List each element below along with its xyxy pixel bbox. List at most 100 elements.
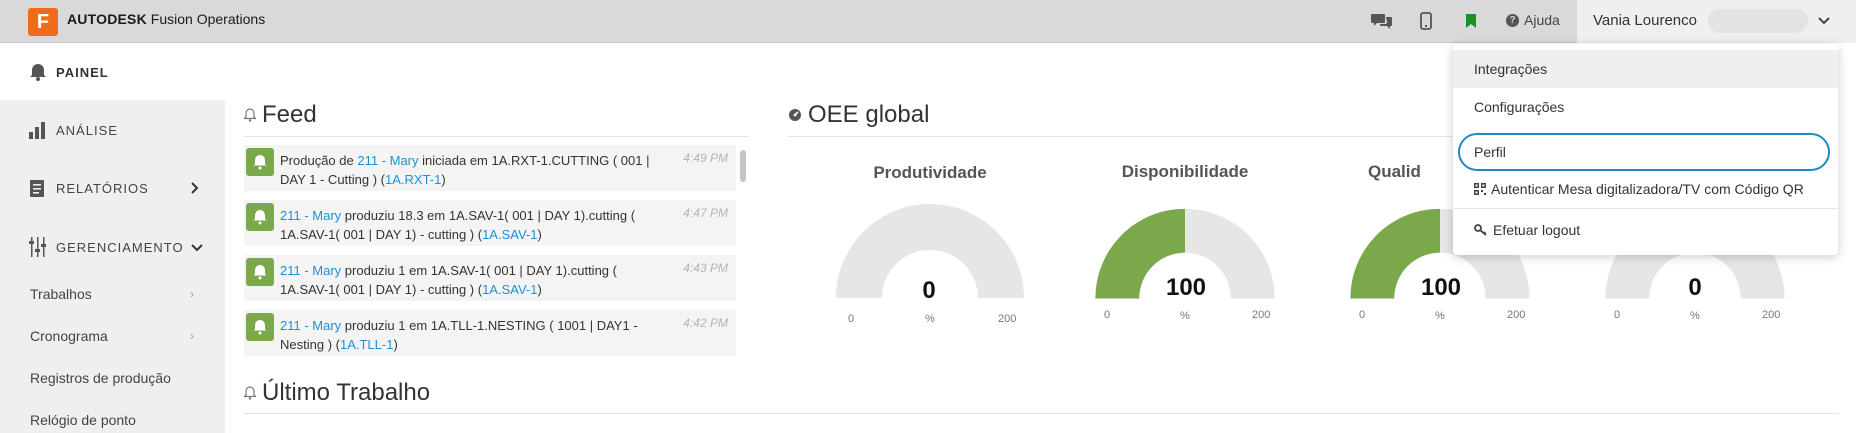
bell-icon [244,386,256,400]
feed-text-pre: Produção de [280,153,358,168]
brand-product: Fusion Operations [150,11,266,27]
machine-link[interactable]: 1A.SAV-1 [482,282,537,297]
sliders-icon [29,237,46,257]
brand-name: AUTODESK Fusion Operations [67,11,265,27]
chevron-right-icon[interactable]: › [190,287,194,301]
feed-time: 4:42 PM [683,316,728,330]
feed-text-post: ) [441,172,446,187]
menu-item-logout[interactable]: Efetuar logout [1453,211,1838,249]
gauge-unit: % [1690,310,1700,322]
user-dropdown-menu: Integrações Configurações Perfil Autenti… [1453,44,1838,255]
qr-code-icon [1474,183,1486,195]
sidebar-item-painel[interactable]: PAINEL [28,62,109,82]
report-icon [30,180,44,197]
menu-item-perfil[interactable]: Perfil [1458,133,1830,171]
menu-item-configuracoes[interactable]: Configurações [1453,88,1838,126]
operator-link[interactable]: 211 - Mary [280,318,341,333]
sidebar-item-gerenciamento[interactable]: GERENCIAMENTO [28,236,184,258]
menu-item-qr-auth[interactable]: Autenticar Mesa digitalizadora/TV com Có… [1453,170,1838,208]
menu-item-label: Perfil [1474,144,1506,160]
feed-time: 4:47 PM [683,206,728,220]
operator-link[interactable]: 211 - Mary [357,153,418,168]
feed-text-post: ) [537,227,542,242]
brand-autodesk: AUTODESK [67,11,147,27]
feed-header: Feed [244,101,317,129]
feed-item: 211 - Mary produziu 18.3 em 1A.SAV-1( 00… [244,200,736,246]
help-label: Ajuda [1524,12,1560,28]
divider [244,136,749,137]
last-job-title: Último Trabalho [262,379,431,406]
feed-item: 211 - Mary produziu 1 em 1A.SAV-1( 001 |… [244,255,736,301]
sidebar-item-relatorios[interactable]: RELATÓRIOS [28,178,149,198]
gauge-min: 0 [1359,309,1366,321]
sidebar-subitem-relogio[interactable]: Relógio de ponto [30,412,136,428]
sidebar-item-label: RELATÓRIOS [56,180,149,196]
feed-title: Feed [262,101,317,128]
top-bar: F AUTODESK Fusion Operations ? Ajuda Van… [0,0,1856,43]
feed-text: 211 - Mary produziu 1 em 1A.SAV-1( 001 |… [280,261,660,299]
help-link[interactable]: ? Ajuda [1506,12,1560,28]
chevron-down-icon[interactable] [190,240,204,258]
chevron-right-icon[interactable]: › [190,329,194,343]
user-pill [1708,9,1808,33]
bell-icon [246,258,274,286]
feed-text-post: ) [393,337,398,352]
oee-title: OEE global [808,101,930,128]
user-menu-toggle[interactable]: Vania Lourenco [1577,0,1856,43]
user-name: Vania Lourenco [1593,12,1697,29]
menu-item-label: Configurações [1474,99,1565,115]
oee-header: OEE global [788,101,929,129]
divider [788,136,1453,137]
operator-link[interactable]: 211 - Mary [280,208,341,223]
gauge-unit: % [1180,310,1190,322]
bar-chart-icon [29,122,45,139]
bookmark-icon[interactable] [1465,10,1477,32]
mobile-icon[interactable] [1420,10,1432,32]
machine-link[interactable]: 1A.SAV-1 [482,227,537,242]
feed-time: 4:49 PM [683,151,728,165]
gauge-max: 200 [998,313,1017,325]
gauge-title: Qualid [1368,162,1421,181]
sidebar: ANÁLISE RELATÓRIOS GERENCIAMENTO Trabalh… [0,100,225,433]
bell-icon [246,313,274,341]
feed-text: 211 - Mary produziu 18.3 em 1A.SAV-1( 00… [280,206,660,244]
gauge-value: 0 [1688,274,1702,301]
last-job-header: Último Trabalho [244,379,430,407]
divider [244,413,1839,414]
menu-item-integracoes[interactable]: Integrações [1453,50,1838,88]
bell-icon [246,148,274,176]
gauge-max: 200 [1252,309,1271,321]
gauge-icon [789,109,801,121]
gauge-value: 100 [1420,274,1462,301]
sidebar-subitem-cronograma[interactable]: Cronograma [30,328,108,344]
sidebar-item-label: PAINEL [56,64,109,80]
gauge-title: Produtividade [873,163,987,182]
gauge-value: 100 [1165,274,1207,301]
help-icon: ? [1506,13,1519,27]
sidebar-subitem-trabalhos[interactable]: Trabalhos [30,286,92,302]
gauge-unit: % [1435,310,1445,322]
feed-scrollbar[interactable] [740,150,746,182]
machine-link[interactable]: 1A.RXT-1 [385,172,441,187]
gauge-max: 200 [1507,309,1526,321]
sidebar-item-analise[interactable]: ANÁLISE [28,120,118,140]
fusion-logo[interactable]: F [28,8,58,36]
operator-link[interactable]: 211 - Mary [280,263,341,278]
feed-text: 211 - Mary produziu 1 em 1A.TLL-1.NESTIN… [280,316,660,354]
feed-item: 211 - Mary produziu 1 em 1A.TLL-1.NESTIN… [244,310,736,356]
sidebar-subitem-registros[interactable]: Registros de produção [30,370,171,386]
feed-text-post: ) [537,282,542,297]
machine-link[interactable]: 1A.TLL-1 [340,337,393,352]
chevron-right-icon[interactable] [190,181,200,200]
bell-icon [246,203,274,231]
feed-time: 4:43 PM [683,261,728,275]
bell-icon [244,108,256,122]
feed-item: Produção de 211 - Mary iniciada em 1A.RX… [244,145,736,191]
menu-divider [1453,208,1838,209]
menu-item-label: Efetuar logout [1493,222,1581,238]
gauge-title: Disponibilidade [1121,162,1249,181]
gauge-unit: % [925,313,935,325]
chevron-down-icon [1817,13,1831,31]
chat-icon[interactable] [1371,10,1393,32]
gauge-min: 0 [848,313,855,325]
